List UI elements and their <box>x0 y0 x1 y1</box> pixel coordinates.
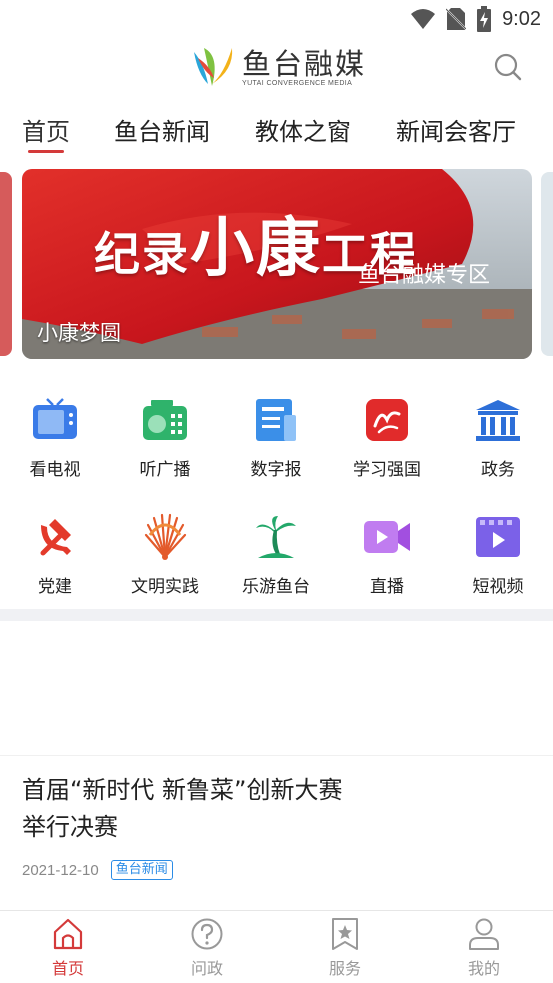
bottom-nav: 首页 问政 服务 我的 <box>0 910 553 983</box>
xuexi-icon <box>366 399 408 441</box>
nav-inquiry[interactable]: 问政 <box>157 917 257 979</box>
grid-label: 数字报 <box>250 460 302 480</box>
grid-item-civilization-practice[interactable]: 文明实践 <box>110 512 220 597</box>
grid-item-travel-yutai[interactable]: 乐游鱼台 <box>221 512 331 597</box>
peacock-fan-icon <box>144 513 187 560</box>
grid-label: 政务 <box>481 460 515 480</box>
article-tag[interactable]: 鱼台新闻 <box>110 860 173 880</box>
status-time: 9:02 <box>502 7 541 30</box>
logo-title: 鱼台融媒 <box>242 46 367 81</box>
battery-charging-icon <box>477 6 492 32</box>
video-camera-icon <box>364 521 410 553</box>
nav-label: 首页 <box>51 959 84 978</box>
grid-label: 乐游鱼台 <box>242 577 310 597</box>
tab-education-sports[interactable]: 教体之窗 <box>255 112 351 147</box>
status-bar: 9:02 <box>0 0 553 38</box>
logo-mark-icon <box>194 48 233 86</box>
grid-label: 直播 <box>370 577 404 597</box>
newspaper-icon <box>256 399 296 441</box>
grid-label: 党建 <box>38 577 72 597</box>
tv-icon <box>33 398 77 439</box>
banner-carousel[interactable]: 纪录小康工程 鱼台融媒专区 小康梦圆 <box>22 169 532 359</box>
grid-item-xuexi[interactable]: 学习强国 <box>332 395 442 480</box>
grid-label: 文明实践 <box>131 577 199 597</box>
grid-item-live[interactable]: 直播 <box>332 512 442 597</box>
logo-subtitle: YUTAI CONVERGENCE MEDIA <box>242 79 353 87</box>
palm-tree-icon <box>256 516 296 558</box>
channel-tabs: 首页 鱼台新闻 教体之窗 新闻会客厅 <box>0 104 553 160</box>
app-header: 鱼台融媒 YUTAI CONVERGENCE MEDIA <box>0 38 553 100</box>
nav-label: 服务 <box>328 959 361 978</box>
article-date: 2021-12-10 <box>22 861 99 879</box>
bookmark-star-icon <box>332 918 358 950</box>
grid-label: 学习强国 <box>353 460 421 480</box>
tab-press-lounge[interactable]: 新闻会客厅 <box>396 112 516 147</box>
grid-item-government[interactable]: 政务 <box>443 395 553 480</box>
section-divider <box>0 609 553 621</box>
question-icon <box>191 918 223 950</box>
article-title[interactable]: 首届“新时代 新鲁菜”创新大赛举行决赛 <box>22 772 352 846</box>
carousel-next-slide[interactable] <box>541 172 553 356</box>
grid-item-digital-paper[interactable]: 数字报 <box>221 395 331 480</box>
grid-item-watch-tv[interactable]: 看电视 <box>0 395 110 480</box>
no-sim-icon <box>446 8 467 30</box>
tab-yutai-news[interactable]: 鱼台新闻 <box>114 112 210 147</box>
tab-home[interactable]: 首页 <box>22 112 70 147</box>
grid-item-party-building[interactable]: 党建 <box>0 512 110 597</box>
nav-home[interactable]: 首页 <box>18 917 118 979</box>
nav-label: 问政 <box>190 959 223 978</box>
active-tab-indicator <box>28 150 64 153</box>
nav-label: 我的 <box>467 959 500 978</box>
banner-caption: 小康梦圆 <box>37 321 121 345</box>
grid-item-short-video[interactable]: 短视频 <box>443 512 553 597</box>
film-play-icon <box>476 517 520 557</box>
banner-subtitle: 鱼台融媒专区 <box>358 263 491 288</box>
government-icon <box>476 400 520 441</box>
grid-label: 短视频 <box>472 577 524 597</box>
grid-item-listen-radio[interactable]: 听广播 <box>110 395 220 480</box>
nav-profile[interactable]: 我的 <box>434 917 534 979</box>
radio-icon <box>143 400 187 440</box>
wifi-icon <box>411 9 436 29</box>
profile-icon <box>469 918 499 950</box>
nav-services[interactable]: 服务 <box>295 917 395 979</box>
grid-label: 看电视 <box>29 460 81 480</box>
search-button[interactable] <box>493 52 523 82</box>
status-icons: 9:02 <box>410 6 541 32</box>
grid-label: 听广播 <box>139 460 191 480</box>
app-logo: 鱼台融媒 YUTAI CONVERGENCE MEDIA <box>190 44 366 90</box>
carousel-prev-slide[interactable] <box>0 172 12 356</box>
home-icon <box>53 918 83 950</box>
search-icon <box>494 53 522 81</box>
divider <box>0 755 553 756</box>
party-emblem-icon <box>40 519 71 556</box>
article-meta: 2021-12-10 鱼台新闻 <box>22 860 173 880</box>
